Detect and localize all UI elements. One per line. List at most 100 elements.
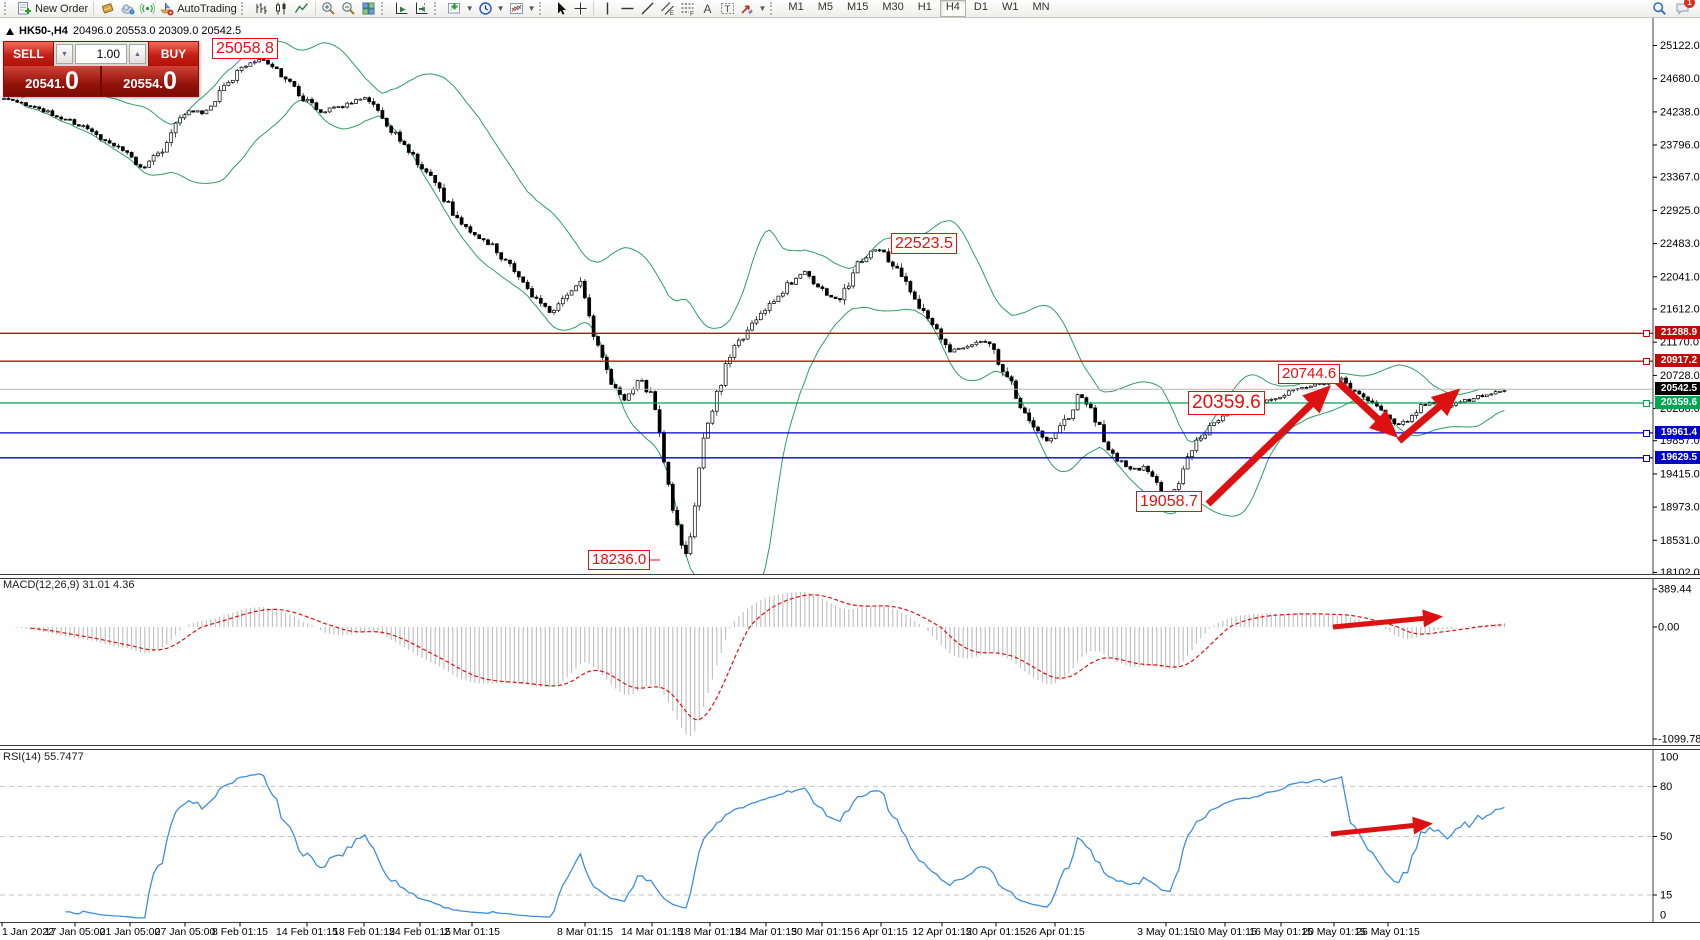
timeframe-h1[interactable]: H1 <box>912 0 938 15</box>
search-button[interactable] <box>1649 1 1669 17</box>
buy-price-main: 20554 <box>123 74 159 94</box>
svg-text:17 Jan 05:00: 17 Jan 05:00 <box>45 926 106 938</box>
macd-panel-divider[interactable] <box>0 574 1700 579</box>
candlestick-chart-button[interactable] <box>272 1 292 17</box>
market-watch-button[interactable] <box>97 1 117 17</box>
svg-text:23367.0: 23367.0 <box>1660 172 1700 184</box>
macd-label: MACD(12,26,9) 31.01 4.36 <box>3 579 134 591</box>
svg-text:24680.0: 24680.0 <box>1660 73 1700 85</box>
svg-text:E: E <box>670 11 674 16</box>
svg-text:F: F <box>690 11 694 17</box>
sell-price-main: 20541 <box>25 74 61 94</box>
fibonacci-tool-button[interactable]: F <box>677 1 697 17</box>
zoom-in-button[interactable] <box>319 1 339 17</box>
cloud-button[interactable] <box>117 1 137 17</box>
svg-text:21170.0: 21170.0 <box>1660 337 1699 349</box>
arrows-tool-icon <box>739 1 754 16</box>
auto-scroll-icon <box>394 1 409 16</box>
new-order-icon <box>17 1 32 16</box>
history-icon <box>100 1 115 16</box>
sell-button[interactable]: SELL <box>4 42 53 66</box>
signals-button[interactable] <box>137 1 157 17</box>
rsi-line <box>66 774 1505 918</box>
timeframe-mn[interactable]: MN <box>1026 0 1055 15</box>
chart-canvas[interactable]: 25122.024680.024238.023796.023367.022925… <box>0 0 1700 940</box>
volume-decrease-button[interactable]: ▼ <box>56 44 73 64</box>
bar-chart-button[interactable] <box>252 1 272 17</box>
buy-button[interactable]: BUY <box>149 42 198 66</box>
one-click-toggle-icon[interactable] <box>6 28 14 35</box>
svg-text:30 Mar 01:15: 30 Mar 01:15 <box>791 926 853 938</box>
timeframe-m30[interactable]: M30 <box>876 0 909 15</box>
cursor-icon <box>553 1 568 16</box>
templates-dropdown-caret[interactable]: ▼ <box>528 4 536 13</box>
autotrading-label: AutoTrading <box>177 3 237 15</box>
indicators-dropdown-caret[interactable]: ▼ <box>466 4 474 13</box>
equidistant-channel-tool-button[interactable]: E <box>657 1 677 17</box>
bar-chart-icon <box>254 1 269 16</box>
zoom-out-button[interactable] <box>339 1 359 17</box>
chart-shift-button[interactable] <box>412 1 432 17</box>
vertical-line-tool-button[interactable] <box>597 1 617 17</box>
toolbar-grip <box>4 2 11 15</box>
volume-increase-button[interactable]: ▲ <box>129 44 146 64</box>
periods-button[interactable]: ▼ <box>476 1 507 17</box>
sell-price[interactable]: 20541.0 <box>4 66 100 96</box>
arrows-tool-button[interactable]: ▼ <box>737 1 768 17</box>
svg-text:24238.0: 24238.0 <box>1660 106 1700 118</box>
toolbar-separator <box>93 2 94 15</box>
text-tool-button[interactable]: A <box>697 1 717 17</box>
svg-text:100: 100 <box>1660 752 1678 764</box>
trendline-tool-button[interactable] <box>637 1 657 17</box>
time-axis[interactable]: 1 Jan 202217 Jan 05:0021 Jan 05:0027 Jan… <box>2 923 1420 939</box>
templates-button[interactable]: ▼ <box>507 1 538 17</box>
macd-signal-line <box>30 595 1504 720</box>
timeframe-m1[interactable]: M1 <box>782 0 809 15</box>
periods-dropdown-caret[interactable]: ▼ <box>497 4 505 13</box>
chat-button[interactable]: 1 <box>1675 1 1690 16</box>
line-chart-icon <box>294 1 309 16</box>
svg-text:19415.0: 19415.0 <box>1660 468 1700 480</box>
cursor-tool-button[interactable] <box>550 1 570 17</box>
svg-text:T: T <box>724 4 730 15</box>
svg-text:15: 15 <box>1660 890 1672 902</box>
fibonacci-icon: F <box>680 1 695 16</box>
tile-windows-button[interactable] <box>359 1 379 17</box>
new-order-label: New Order <box>35 3 88 15</box>
autotrading-icon <box>159 1 174 16</box>
arrows-dropdown-caret[interactable]: ▼ <box>758 4 766 13</box>
volume-stepper: ▼ 1.00 ▲ <box>53 42 149 66</box>
crosshair-tool-button[interactable] <box>570 1 590 17</box>
horizontal-line-tool-button[interactable] <box>617 1 637 17</box>
volume-input[interactable]: 1.00 <box>75 44 127 64</box>
candlestick-series <box>3 58 1506 557</box>
timeframe-d1[interactable]: D1 <box>968 0 994 15</box>
candlestick-chart-icon <box>274 1 289 16</box>
buy-price[interactable]: 20554.0 <box>102 66 198 96</box>
timeframe-w1[interactable]: W1 <box>996 0 1025 15</box>
svg-text:26 Apr 01:15: 26 Apr 01:15 <box>1025 926 1085 938</box>
chart-shift-icon <box>414 1 429 16</box>
chat-badge: 1 <box>1684 0 1695 8</box>
timeframe-m15[interactable]: M15 <box>841 0 874 15</box>
indicators-button[interactable]: ▼ <box>445 1 476 17</box>
chart-ohlc: 20496.0 20553.0 20309.0 20542.5 <box>73 25 241 37</box>
rsi-levels <box>0 786 1653 895</box>
autotrading-button[interactable]: AutoTrading <box>157 1 239 17</box>
equidistant-channel-icon: E <box>660 1 675 16</box>
svg-text:25122.0: 25122.0 <box>1660 40 1700 52</box>
terminal-window: New Order <box>0 0 1700 940</box>
text-label-tool-button[interactable]: T <box>717 1 737 17</box>
svg-text:20 Apr 01:15: 20 Apr 01:15 <box>966 926 1026 938</box>
macd-histogram <box>4 592 1504 736</box>
timeframe-h4[interactable]: H4 <box>940 0 966 17</box>
rsi-panel-divider[interactable] <box>0 745 1700 750</box>
timeframe-m5[interactable]: M5 <box>812 0 839 15</box>
new-order-button[interactable]: New Order <box>15 1 90 17</box>
svg-text:80: 80 <box>1660 781 1672 793</box>
line-chart-button[interactable] <box>292 1 312 17</box>
text-label-icon: T <box>720 1 735 16</box>
svg-text:3 May 01:15: 3 May 01:15 <box>1137 926 1195 938</box>
sell-price-big-digit: 0 <box>65 69 79 94</box>
auto-scroll-button[interactable] <box>392 1 412 17</box>
